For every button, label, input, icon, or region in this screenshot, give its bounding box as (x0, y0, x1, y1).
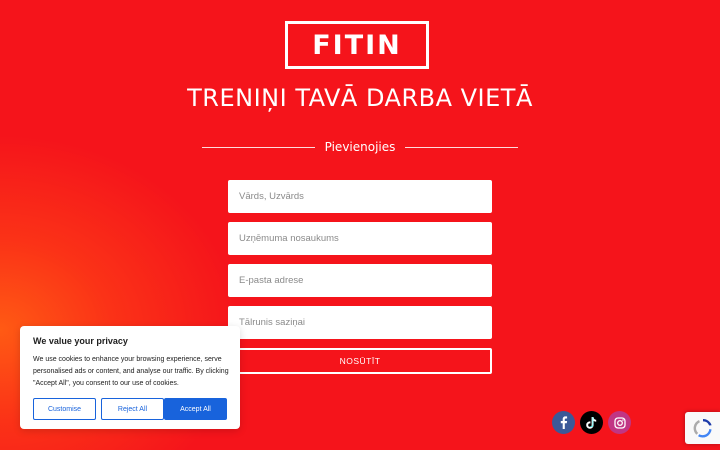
tiktok-link[interactable] (580, 411, 603, 434)
join-label: Pievienojies (324, 140, 396, 154)
email-field[interactable]: E-pasta adrese (228, 264, 492, 297)
cookie-title: We value your privacy (33, 336, 128, 346)
company-field[interactable]: Uzņēmuma nosaukums (228, 222, 492, 255)
tiktok-icon (586, 416, 597, 429)
cookie-banner: We value your privacy We use cookies to … (20, 326, 240, 429)
phone-placeholder: Tālrunis saziņai (239, 317, 305, 328)
fitin-logo[interactable]: FITIN (285, 21, 429, 69)
recaptcha-icon (693, 419, 712, 438)
submit-button[interactable]: NOSŪTĪT (228, 348, 492, 374)
company-placeholder: Uzņēmuma nosaukums (239, 233, 339, 244)
cookie-body: We use cookies to enhance your browsing … (33, 356, 229, 387)
email-placeholder: E-pasta adrese (239, 275, 304, 286)
divider-line-right (405, 146, 519, 148)
customise-button[interactable]: Customise (33, 398, 96, 420)
name-placeholder: Vārds, Uzvārds (239, 191, 304, 202)
divider-line-left (202, 146, 315, 148)
logo-text: FITIN (312, 29, 402, 61)
reject-all-button[interactable]: Reject All (101, 398, 164, 420)
phone-field[interactable]: Tālrunis saziņai (228, 306, 492, 339)
accept-all-button[interactable]: Accept All (164, 398, 227, 420)
facebook-icon (560, 416, 568, 429)
join-divider: Pievienojies (202, 138, 519, 156)
facebook-link[interactable] (552, 411, 575, 434)
instagram-icon (613, 416, 626, 429)
page-headline: TRENIŅI TAVĀ DARBA VIETĀ (187, 84, 533, 112)
name-field[interactable]: Vārds, Uzvārds (228, 180, 492, 213)
recaptcha-badge[interactable] (685, 412, 720, 444)
instagram-link[interactable] (608, 411, 631, 434)
